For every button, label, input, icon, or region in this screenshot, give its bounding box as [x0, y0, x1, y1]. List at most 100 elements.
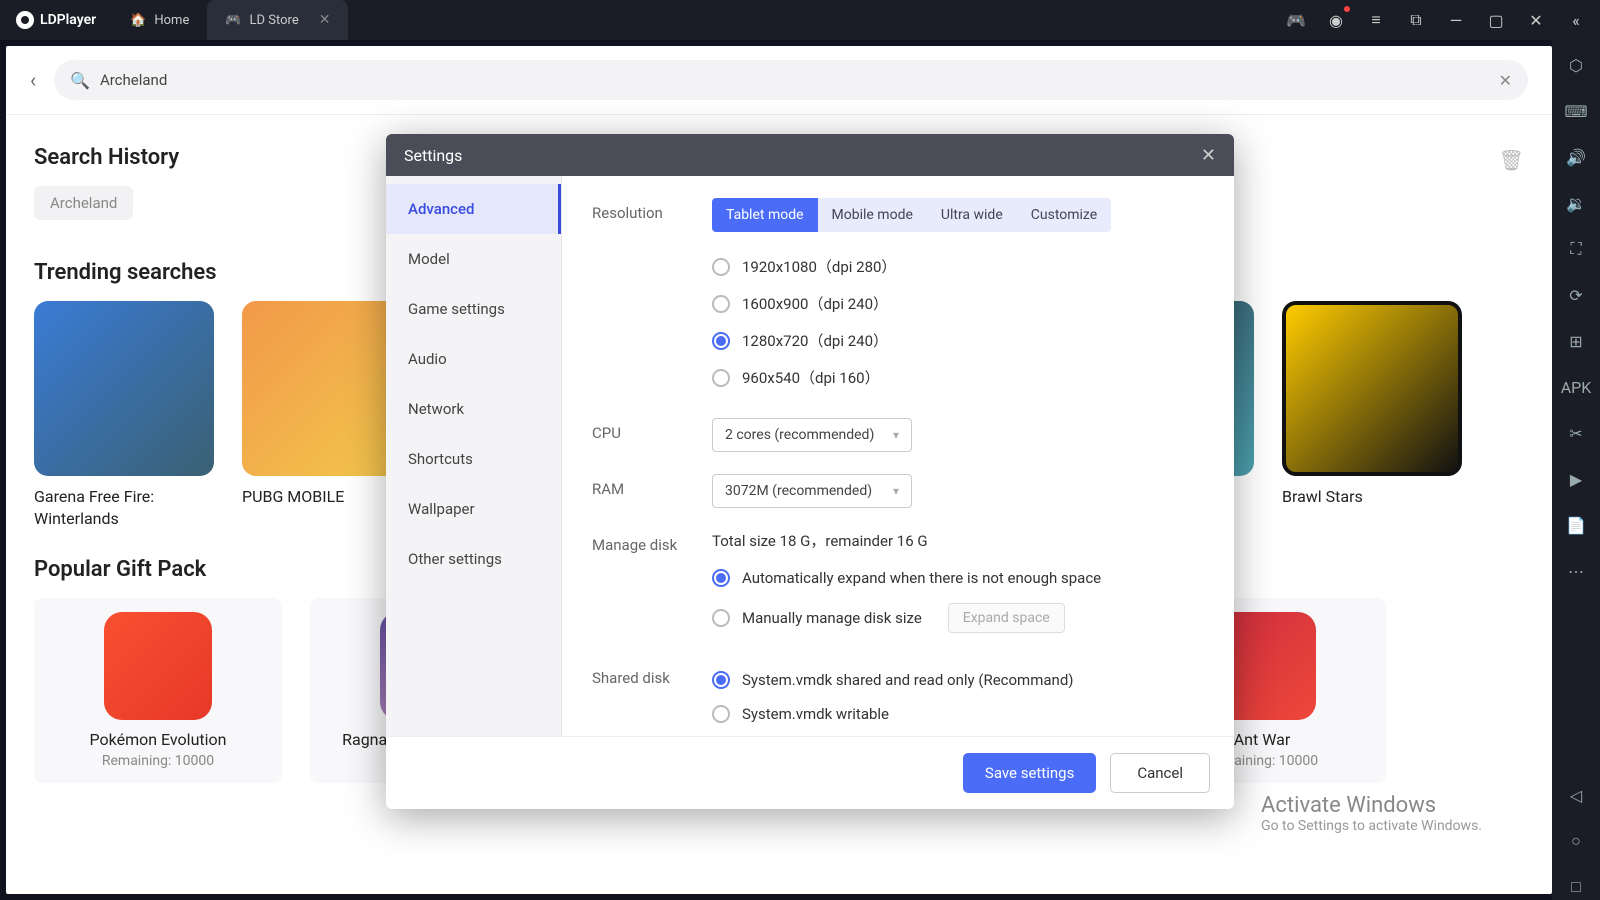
select-value: 3072M (recommended): [725, 483, 872, 499]
resolution-option[interactable]: 1600x900（dpi 240）: [712, 285, 1204, 322]
mode-mobile[interactable]: Mobile mode: [818, 198, 927, 232]
popout-icon[interactable]: ⧉: [1404, 8, 1428, 32]
nav-advanced[interactable]: Advanced: [386, 184, 561, 234]
ram-select[interactable]: 3072M (recommended)▾: [712, 474, 912, 508]
app-name: Brawl Stars: [1282, 486, 1462, 508]
volume-down-icon[interactable]: 🔉: [1563, 190, 1589, 216]
app-card[interactable]: Garena Free Fire: Winterlands: [34, 301, 214, 529]
expand-space-button[interactable]: Expand space: [948, 603, 1065, 633]
disk-manual-option[interactable]: Manually manage disk size Expand space: [712, 595, 1204, 641]
back-icon[interactable]: ‹: [30, 68, 36, 92]
nav-model[interactable]: Model: [386, 234, 561, 284]
radio-icon: [712, 569, 730, 587]
radio-label: Automatically expand when there is not e…: [742, 569, 1101, 587]
watermark-sub: Go to Settings to activate Windows.: [1261, 818, 1482, 834]
nav-other[interactable]: Other settings: [386, 534, 561, 584]
app-thumb: [34, 301, 214, 476]
nav-audio[interactable]: Audio: [386, 334, 561, 384]
cancel-button[interactable]: Cancel: [1110, 753, 1210, 793]
radio-label: 1920x1080（dpi 280）: [742, 256, 896, 277]
multi-instance-icon[interactable]: ⊞: [1563, 328, 1589, 354]
disk-label: Manage disk: [592, 530, 712, 641]
store-icon: 🎮: [225, 13, 241, 28]
shared-writable-option[interactable]: System.vmdk writable: [712, 697, 1204, 731]
minimize-icon[interactable]: —: [1444, 8, 1468, 32]
radio-icon: [712, 295, 730, 313]
radio-icon: [712, 705, 730, 723]
radio-icon: [712, 369, 730, 387]
settings-modal: Settings ✕ Advanced Model Game settings …: [386, 134, 1234, 809]
tab-ld-store[interactable]: 🎮 LD Store ✕: [207, 0, 348, 40]
account-icon[interactable]: ◉: [1324, 8, 1348, 32]
titlebar-controls: 🎮 ◉ ≡ ⧉ — ▢ ✕ «: [1284, 8, 1600, 32]
close-icon[interactable]: ✕: [1524, 8, 1548, 32]
trash-icon[interactable]: 🗑: [1499, 148, 1524, 172]
app-name: LDPlayer: [40, 12, 96, 28]
modal-titlebar: Settings ✕: [386, 134, 1234, 176]
script-icon[interactable]: 📄: [1563, 512, 1589, 538]
store-page: ‹ 🔍 ✕ Search History 🗑 Archeland Trendin…: [6, 46, 1552, 894]
tab-label: Home: [154, 13, 189, 28]
radio-label: Manually manage disk size: [742, 609, 922, 627]
resolution-option[interactable]: 960x540（dpi 160）: [712, 359, 1204, 396]
radio-icon: [712, 671, 730, 689]
home-icon: 🏠: [130, 13, 146, 28]
app-name: Garena Free Fire: Winterlands: [34, 486, 214, 529]
back-nav-icon[interactable]: ◁: [1563, 782, 1589, 808]
nav-shortcuts[interactable]: Shortcuts: [386, 434, 561, 484]
right-toolbar: ⬡ ⌨ 🔊 🔉 ⛶ ⟳ ⊞ APK ✂ ▶ 📄 ⋯ ◁ ○ □: [1552, 40, 1600, 900]
mode-ultrawide[interactable]: Ultra wide: [927, 198, 1017, 232]
modal-footer: Save settings Cancel: [386, 736, 1234, 809]
close-icon[interactable]: ✕: [1201, 145, 1216, 166]
resolution-mode-tabs: Tablet mode Mobile mode Ultra wide Custo…: [712, 198, 1111, 232]
fullscreen-icon[interactable]: ⛶: [1563, 236, 1589, 262]
nav-network[interactable]: Network: [386, 384, 561, 434]
gift-card[interactable]: Pokémon Evolution Remaining: 10000: [34, 598, 282, 783]
keyboard-icon[interactable]: ⌨: [1563, 98, 1589, 124]
resolution-option[interactable]: 1920x1080（dpi 280）: [712, 248, 1204, 285]
maximize-icon[interactable]: ▢: [1484, 8, 1508, 32]
history-chip[interactable]: Archeland: [34, 186, 133, 220]
recent-nav-icon[interactable]: □: [1563, 874, 1589, 900]
collapse-rail-icon[interactable]: «: [1564, 8, 1588, 32]
gamepad-icon[interactable]: 🎮: [1284, 8, 1308, 32]
shared-readonly-option[interactable]: System.vmdk shared and read only (Recomm…: [712, 663, 1204, 697]
tab-label: LD Store: [250, 13, 299, 28]
mode-customize[interactable]: Customize: [1017, 198, 1111, 232]
clear-search-icon[interactable]: ✕: [1499, 71, 1512, 90]
mode-tablet[interactable]: Tablet mode: [712, 198, 818, 232]
cpu-select[interactable]: 2 cores (recommended) ▾: [712, 418, 912, 452]
close-icon[interactable]: ✕: [319, 12, 331, 28]
gift-name: Pokémon Evolution: [44, 730, 272, 749]
modal-title: Settings: [404, 146, 462, 165]
home-nav-icon[interactable]: ○: [1563, 828, 1589, 854]
hexagon-icon[interactable]: ⬡: [1563, 52, 1589, 78]
nav-wallpaper[interactable]: Wallpaper: [386, 484, 561, 534]
resolution-option[interactable]: 1280x720（dpi 240）: [712, 322, 1204, 359]
titlebar: LDPlayer 🏠 Home 🎮 LD Store ✕ 🎮 ◉ ≡ ⧉ — ▢…: [0, 0, 1600, 40]
store-header: ‹ 🔍 ✕: [6, 46, 1552, 115]
tab-home[interactable]: 🏠 Home: [112, 0, 207, 40]
record-icon[interactable]: ▶: [1563, 466, 1589, 492]
app-logo: LDPlayer: [0, 11, 112, 29]
gift-remaining: Remaining: 10000: [44, 753, 272, 769]
resolution-label: Resolution: [592, 198, 712, 396]
disk-auto-option[interactable]: Automatically expand when there is not e…: [712, 561, 1204, 595]
search-input[interactable]: [100, 71, 1489, 89]
chevron-down-icon: ▾: [893, 428, 899, 442]
select-value: 2 cores (recommended): [725, 427, 874, 443]
search-box[interactable]: 🔍 ✕: [54, 60, 1528, 100]
apk-icon[interactable]: APK: [1563, 374, 1589, 400]
app-card[interactable]: Brawl Stars: [1282, 301, 1462, 529]
save-button[interactable]: Save settings: [963, 753, 1096, 793]
settings-content: Resolution Tablet mode Mobile mode Ultra…: [562, 176, 1234, 736]
app-thumb: [1282, 301, 1462, 476]
volume-up-icon[interactable]: 🔊: [1563, 144, 1589, 170]
scissors-icon[interactable]: ✂: [1563, 420, 1589, 446]
gift-thumb: [104, 612, 212, 720]
menu-icon[interactable]: ≡: [1364, 8, 1388, 32]
more-icon[interactable]: ⋯: [1563, 558, 1589, 584]
radio-label: System.vmdk shared and read only (Recomm…: [742, 671, 1074, 689]
nav-game-settings[interactable]: Game settings: [386, 284, 561, 334]
sync-icon[interactable]: ⟳: [1563, 282, 1589, 308]
